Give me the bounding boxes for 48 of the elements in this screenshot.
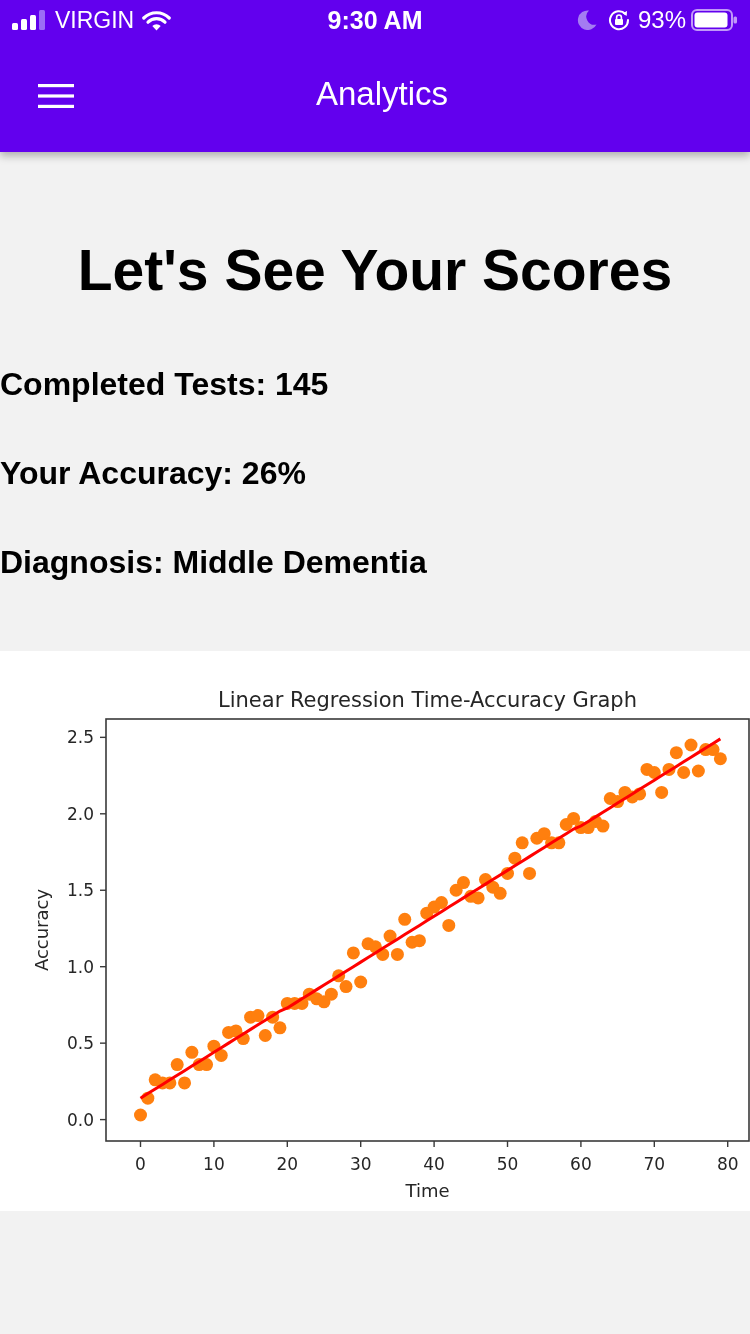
battery-icon: [691, 9, 737, 31]
tick-mark: [360, 1140, 362, 1148]
page-heading: Let's See Your Scores: [76, 238, 674, 302]
stat-text: Diagnosis: Middle Dementia: [0, 543, 428, 582]
tick-mark: [506, 1140, 509, 1148]
tick-label: 0: [135, 1154, 146, 1174]
clock-time: 9:30 AM: [327, 6, 423, 34]
tick-label: 20: [276, 1154, 299, 1174]
tick-mark: [99, 966, 107, 968]
tick-mark: [727, 1140, 729, 1148]
tick-label: 50: [496, 1154, 519, 1174]
tick-label: 0.0: [66, 1109, 94, 1130]
tick-mark: [99, 1118, 107, 1121]
tick-label: 0.5: [66, 1033, 94, 1054]
carrier-name: VIRGIN: [55, 7, 135, 33]
tick-mark: [99, 736, 107, 739]
app-bar-title: Analytics: [314, 74, 449, 114]
moon-icon: [576, 10, 597, 30]
axis-label: Time: [405, 1180, 450, 1201]
tick-mark: [653, 1140, 655, 1148]
wifi-icon: [142, 9, 172, 31]
tick-mark: [433, 1140, 435, 1148]
axis-label: Accuracy: [31, 888, 52, 972]
tick-mark: [286, 1140, 288, 1148]
chart-title: Linear Regression Time-Accuracy Graph: [218, 688, 637, 712]
tick-label: 10: [203, 1154, 225, 1174]
tick-label: 1.0: [66, 956, 94, 977]
tick-label: 1.5: [66, 880, 94, 901]
tick-label: 70: [643, 1154, 666, 1174]
signal-icon: [12, 10, 45, 30]
menu-button[interactable]: [38, 84, 74, 108]
tick-label: 2.0: [66, 803, 94, 824]
battery-percentage: 93%: [637, 6, 686, 34]
stat-text: Completed Tests: 145: [0, 365, 330, 404]
rotation-lock-icon: [607, 9, 630, 31]
tick-label: 2.5: [66, 727, 94, 748]
tick-mark: [580, 1140, 582, 1148]
tick-mark: [99, 889, 107, 891]
stat-text: Your Accuracy: 26%: [0, 454, 307, 493]
tick-label: 30: [349, 1154, 372, 1174]
tick-label: 40: [423, 1154, 445, 1174]
menu-icon: [38, 84, 74, 108]
tick-mark: [99, 1042, 107, 1044]
tick-label: 60: [570, 1154, 592, 1174]
tick-mark: [99, 813, 107, 815]
tick-mark: [139, 1140, 142, 1148]
tick-label: 80: [716, 1154, 739, 1174]
tick-mark: [213, 1140, 215, 1148]
